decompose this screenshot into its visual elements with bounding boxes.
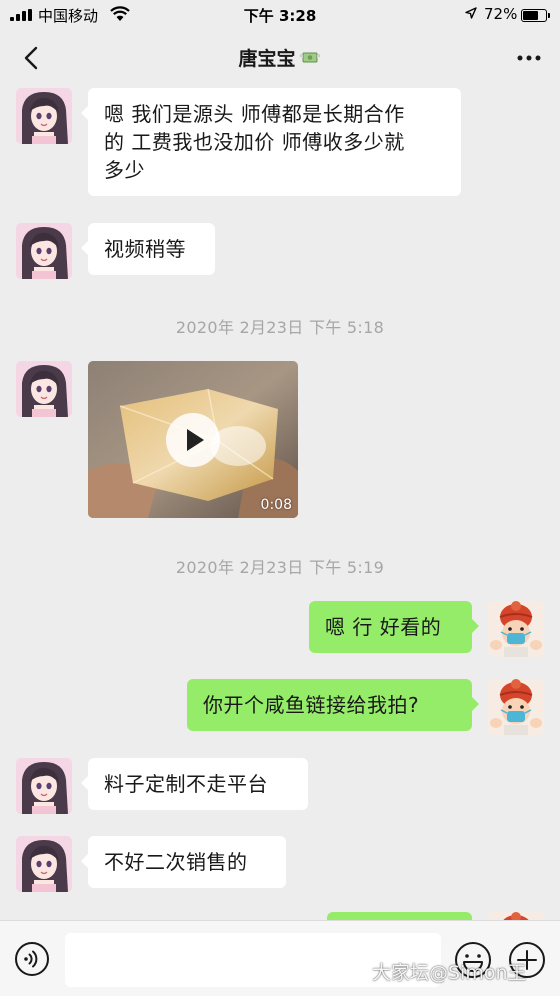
chat-title: 唐宝宝 (0, 44, 560, 71)
message-text: 料子定制不走平台 (104, 772, 268, 796)
message-text: 不好二次销售的 (104, 850, 248, 874)
battery-icon (521, 9, 550, 22)
contact-avatar[interactable] (16, 223, 72, 279)
battery-level (523, 11, 538, 20)
message-bubble[interactable]: 你开个咸鱼链接给我拍? (187, 679, 479, 731)
my-avatar[interactable] (488, 601, 544, 657)
message-bubble[interactable]: 不好二次销售的 (81, 836, 286, 888)
more-options-button[interactable] (514, 46, 544, 70)
play-icon[interactable] (166, 413, 220, 467)
contact-avatar[interactable] (16, 836, 72, 892)
message-bubble[interactable]: 嗯 我们是源头 师傅都是长期合作 的 工费我也没加价 师傅收多少就 多少 (81, 88, 461, 196)
message-text: 你开个咸鱼链接给我拍? (203, 693, 420, 717)
money-with-wings-icon (299, 52, 320, 63)
status-bar: 中国移动 下午 3:28 72% (0, 0, 560, 30)
message-text: 视频稍等 (104, 237, 186, 261)
voice-icon[interactable] (14, 941, 50, 977)
battery-percent: 72% (484, 5, 518, 23)
contact-avatar[interactable] (16, 361, 72, 417)
watermark: 大家坛@Simon王 (372, 962, 527, 984)
message-bubble[interactable]: 嗯 行 好看的 (309, 601, 479, 653)
message-line: 的 工费我也没加价 师傅收多少就 (104, 130, 405, 154)
location-arrow-icon (465, 7, 477, 19)
video-message[interactable]: 0:08 (88, 361, 298, 518)
message-timestamp: 2020年 2月23日 下午 5:19 (175, 558, 385, 577)
my-avatar[interactable] (488, 679, 544, 735)
contact-avatar[interactable] (16, 88, 72, 144)
message-line: 多少 (104, 158, 145, 182)
video-duration: 0:08 (260, 497, 292, 513)
contact-avatar[interactable] (16, 758, 72, 814)
contact-name: 唐宝宝 (238, 48, 296, 70)
chat-header: 唐宝宝 (0, 30, 560, 86)
message-bubble[interactable]: 视频稍等 (81, 223, 215, 275)
message-text: 嗯 行 好看的 (325, 615, 442, 639)
message-line: 嗯 我们是源头 师傅都是长期合作 (104, 102, 405, 126)
message-bubble[interactable]: 料子定制不走平台 (81, 758, 308, 810)
message-timestamp: 2020年 2月23日 下午 5:18 (175, 318, 385, 337)
